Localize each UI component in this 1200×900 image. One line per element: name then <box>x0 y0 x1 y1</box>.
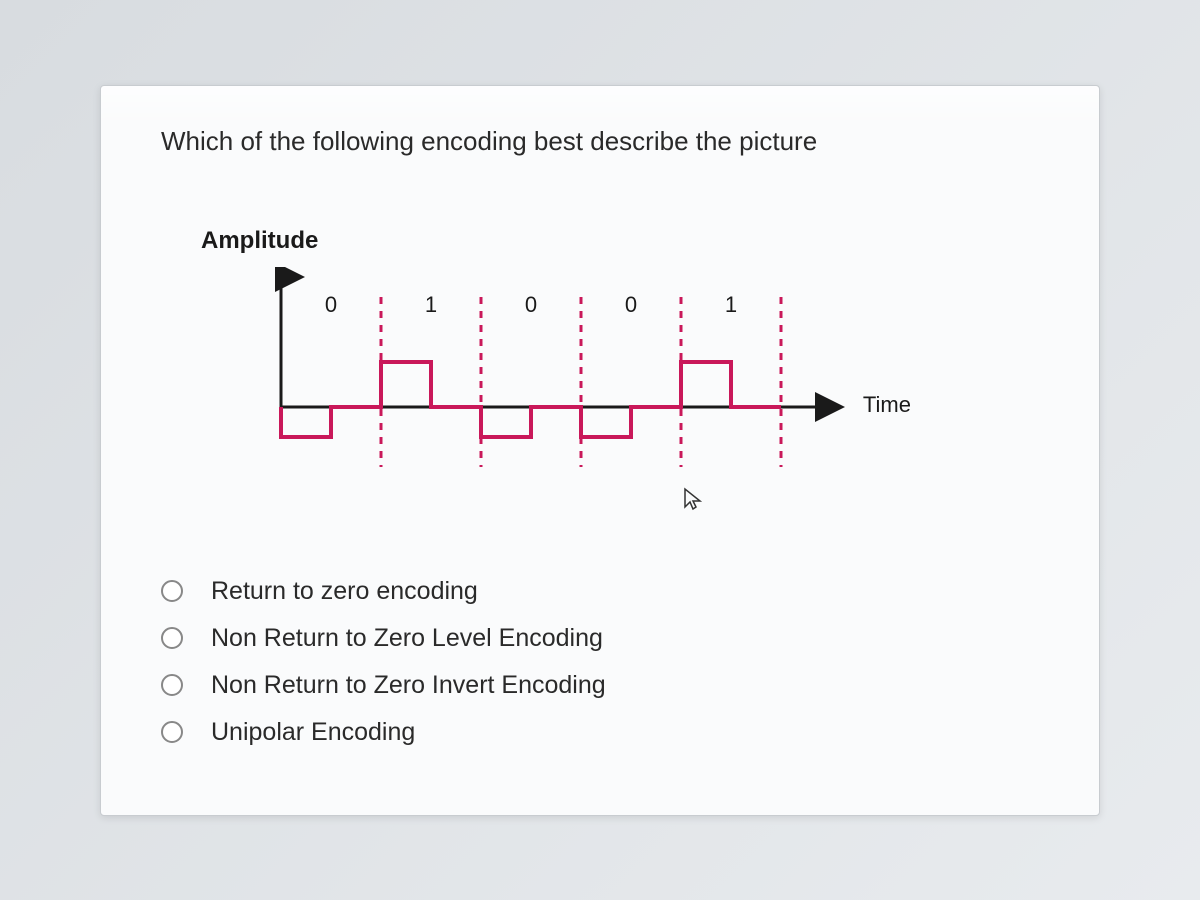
options-group: Return to zero encoding Non Return to Ze… <box>161 577 1039 747</box>
diagram-svg: 0 1 0 0 1 <box>261 267 861 497</box>
bit-label-1: 1 <box>425 292 437 317</box>
option-label: Unipolar Encoding <box>211 718 415 747</box>
option-label: Non Return to Zero Level Encoding <box>211 624 603 653</box>
bit-label-4: 1 <box>725 292 737 317</box>
option-nrz-level[interactable]: Non Return to Zero Level Encoding <box>161 624 1039 653</box>
y-axis-label: Amplitude <box>201 227 318 255</box>
option-unipolar[interactable]: Unipolar Encoding <box>161 718 1039 747</box>
option-label: Return to zero encoding <box>211 577 478 606</box>
radio-icon[interactable] <box>161 674 183 696</box>
question-text: Which of the following encoding best des… <box>161 126 1039 157</box>
radio-icon[interactable] <box>161 627 183 649</box>
x-axis-label: Time <box>863 392 911 418</box>
radio-icon[interactable] <box>161 721 183 743</box>
encoding-diagram: Amplitude 0 1 0 <box>201 227 881 507</box>
bit-label-2: 0 <box>525 292 537 317</box>
quiz-card: Which of the following encoding best des… <box>100 85 1100 816</box>
radio-icon[interactable] <box>161 580 183 602</box>
option-return-to-zero[interactable]: Return to zero encoding <box>161 577 1039 606</box>
waveform-path <box>281 362 781 437</box>
option-nrz-invert[interactable]: Non Return to Zero Invert Encoding <box>161 671 1039 700</box>
bit-label-0: 0 <box>325 292 337 317</box>
option-label: Non Return to Zero Invert Encoding <box>211 671 606 700</box>
bit-label-3: 0 <box>625 292 637 317</box>
cursor-icon <box>681 487 705 511</box>
